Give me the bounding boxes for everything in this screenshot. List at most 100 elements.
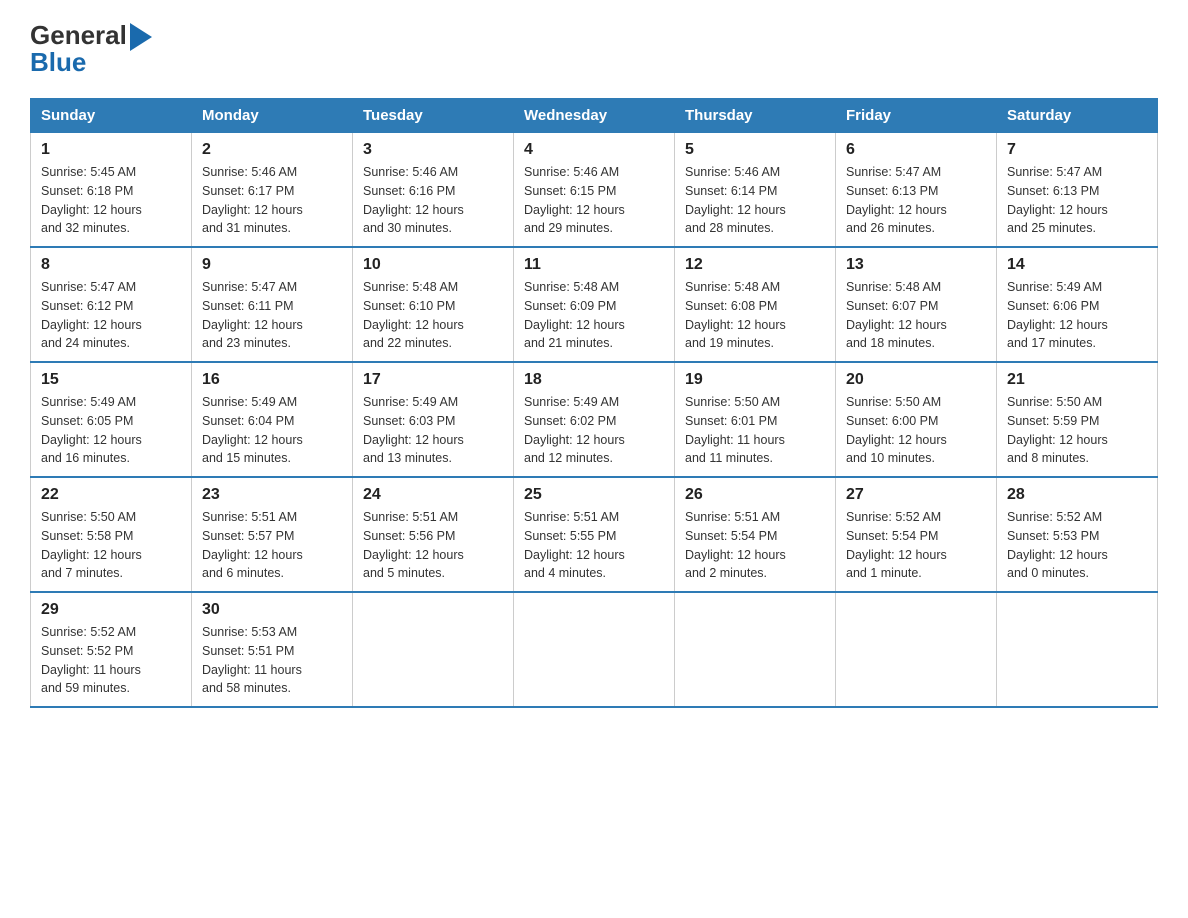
calendar-cell: 30 Sunrise: 5:53 AMSunset: 5:51 PMDaylig… [192,592,353,707]
calendar-cell: 23 Sunrise: 5:51 AMSunset: 5:57 PMDaylig… [192,477,353,592]
header-friday: Friday [836,99,997,133]
calendar-cell: 20 Sunrise: 5:50 AMSunset: 6:00 PMDaylig… [836,362,997,477]
day-info: Sunrise: 5:49 AMSunset: 6:02 PMDaylight:… [524,395,625,465]
logo-blue-rest: lue [49,47,87,78]
day-number: 25 [524,486,664,504]
day-info: Sunrise: 5:51 AMSunset: 5:57 PMDaylight:… [202,510,303,580]
calendar-cell: 13 Sunrise: 5:48 AMSunset: 6:07 PMDaylig… [836,247,997,362]
day-number: 18 [524,371,664,389]
day-number: 5 [685,141,825,159]
calendar-cell: 18 Sunrise: 5:49 AMSunset: 6:02 PMDaylig… [514,362,675,477]
day-info: Sunrise: 5:46 AMSunset: 6:14 PMDaylight:… [685,165,786,235]
day-info: Sunrise: 5:48 AMSunset: 6:07 PMDaylight:… [846,280,947,350]
day-number: 10 [363,256,503,274]
week-row-5: 29 Sunrise: 5:52 AMSunset: 5:52 PMDaylig… [31,592,1158,707]
calendar-cell: 21 Sunrise: 5:50 AMSunset: 5:59 PMDaylig… [997,362,1158,477]
header-saturday: Saturday [997,99,1158,133]
day-info: Sunrise: 5:50 AMSunset: 5:58 PMDaylight:… [41,510,142,580]
calendar-cell: 24 Sunrise: 5:51 AMSunset: 5:56 PMDaylig… [353,477,514,592]
day-number: 15 [41,371,181,389]
week-row-1: 1 Sunrise: 5:45 AMSunset: 6:18 PMDayligh… [31,133,1158,248]
day-number: 20 [846,371,986,389]
calendar-cell [353,592,514,707]
day-number: 4 [524,141,664,159]
logo-blue-b: B [30,47,49,78]
calendar-cell: 4 Sunrise: 5:46 AMSunset: 6:15 PMDayligh… [514,133,675,248]
calendar-cell: 28 Sunrise: 5:52 AMSunset: 5:53 PMDaylig… [997,477,1158,592]
calendar-cell [514,592,675,707]
calendar-cell: 27 Sunrise: 5:52 AMSunset: 5:54 PMDaylig… [836,477,997,592]
day-number: 7 [1007,141,1147,159]
header-thursday: Thursday [675,99,836,133]
calendar-cell: 11 Sunrise: 5:48 AMSunset: 6:09 PMDaylig… [514,247,675,362]
day-info: Sunrise: 5:51 AMSunset: 5:56 PMDaylight:… [363,510,464,580]
calendar-cell: 12 Sunrise: 5:48 AMSunset: 6:08 PMDaylig… [675,247,836,362]
calendar-cell: 19 Sunrise: 5:50 AMSunset: 6:01 PMDaylig… [675,362,836,477]
day-number: 23 [202,486,342,504]
week-row-2: 8 Sunrise: 5:47 AMSunset: 6:12 PMDayligh… [31,247,1158,362]
calendar-cell: 22 Sunrise: 5:50 AMSunset: 5:58 PMDaylig… [31,477,192,592]
day-number: 13 [846,256,986,274]
day-number: 16 [202,371,342,389]
calendar-cell: 25 Sunrise: 5:51 AMSunset: 5:55 PMDaylig… [514,477,675,592]
day-number: 24 [363,486,503,504]
calendar-cell: 6 Sunrise: 5:47 AMSunset: 6:13 PMDayligh… [836,133,997,248]
day-info: Sunrise: 5:45 AMSunset: 6:18 PMDaylight:… [41,165,142,235]
day-number: 9 [202,256,342,274]
logo-arrow-icon [130,23,152,51]
day-info: Sunrise: 5:51 AMSunset: 5:55 PMDaylight:… [524,510,625,580]
day-info: Sunrise: 5:49 AMSunset: 6:05 PMDaylight:… [41,395,142,465]
day-info: Sunrise: 5:52 AMSunset: 5:52 PMDaylight:… [41,625,141,695]
logo: G eneral B lue [30,20,152,78]
calendar-cell: 10 Sunrise: 5:48 AMSunset: 6:10 PMDaylig… [353,247,514,362]
day-info: Sunrise: 5:47 AMSunset: 6:12 PMDaylight:… [41,280,142,350]
day-info: Sunrise: 5:50 AMSunset: 6:01 PMDaylight:… [685,395,785,465]
calendar-cell: 16 Sunrise: 5:49 AMSunset: 6:04 PMDaylig… [192,362,353,477]
calendar-cell: 14 Sunrise: 5:49 AMSunset: 6:06 PMDaylig… [997,247,1158,362]
header-tuesday: Tuesday [353,99,514,133]
header-wednesday: Wednesday [514,99,675,133]
header-sunday: Sunday [31,99,192,133]
day-number: 12 [685,256,825,274]
day-info: Sunrise: 5:47 AMSunset: 6:13 PMDaylight:… [846,165,947,235]
calendar-cell: 1 Sunrise: 5:45 AMSunset: 6:18 PMDayligh… [31,133,192,248]
day-number: 21 [1007,371,1147,389]
day-info: Sunrise: 5:49 AMSunset: 6:04 PMDaylight:… [202,395,303,465]
calendar-cell: 8 Sunrise: 5:47 AMSunset: 6:12 PMDayligh… [31,247,192,362]
day-info: Sunrise: 5:51 AMSunset: 5:54 PMDaylight:… [685,510,786,580]
day-number: 17 [363,371,503,389]
calendar-cell [836,592,997,707]
week-row-4: 22 Sunrise: 5:50 AMSunset: 5:58 PMDaylig… [31,477,1158,592]
calendar-cell [997,592,1158,707]
day-number: 29 [41,601,181,619]
day-number: 3 [363,141,503,159]
page-header: G eneral B lue [30,20,1158,78]
calendar-cell: 7 Sunrise: 5:47 AMSunset: 6:13 PMDayligh… [997,133,1158,248]
day-info: Sunrise: 5:50 AMSunset: 5:59 PMDaylight:… [1007,395,1108,465]
calendar-cell: 9 Sunrise: 5:47 AMSunset: 6:11 PMDayligh… [192,247,353,362]
day-info: Sunrise: 5:46 AMSunset: 6:16 PMDaylight:… [363,165,464,235]
day-info: Sunrise: 5:50 AMSunset: 6:00 PMDaylight:… [846,395,947,465]
day-number: 30 [202,601,342,619]
day-number: 1 [41,141,181,159]
calendar-cell: 15 Sunrise: 5:49 AMSunset: 6:05 PMDaylig… [31,362,192,477]
day-number: 28 [1007,486,1147,504]
calendar-header-row: SundayMondayTuesdayWednesdayThursdayFrid… [31,99,1158,133]
day-number: 8 [41,256,181,274]
day-number: 14 [1007,256,1147,274]
day-info: Sunrise: 5:46 AMSunset: 6:15 PMDaylight:… [524,165,625,235]
day-info: Sunrise: 5:48 AMSunset: 6:08 PMDaylight:… [685,280,786,350]
day-number: 22 [41,486,181,504]
day-number: 11 [524,256,664,274]
calendar-cell: 17 Sunrise: 5:49 AMSunset: 6:03 PMDaylig… [353,362,514,477]
calendar-cell: 5 Sunrise: 5:46 AMSunset: 6:14 PMDayligh… [675,133,836,248]
day-number: 19 [685,371,825,389]
day-info: Sunrise: 5:47 AMSunset: 6:13 PMDaylight:… [1007,165,1108,235]
day-number: 27 [846,486,986,504]
day-info: Sunrise: 5:46 AMSunset: 6:17 PMDaylight:… [202,165,303,235]
day-number: 26 [685,486,825,504]
day-info: Sunrise: 5:52 AMSunset: 5:53 PMDaylight:… [1007,510,1108,580]
day-info: Sunrise: 5:48 AMSunset: 6:10 PMDaylight:… [363,280,464,350]
day-info: Sunrise: 5:47 AMSunset: 6:11 PMDaylight:… [202,280,303,350]
calendar-cell [675,592,836,707]
